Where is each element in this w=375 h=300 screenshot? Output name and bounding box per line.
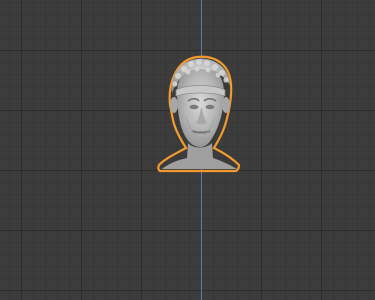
- right-eye: [205, 104, 215, 110]
- right-ear: [222, 97, 230, 113]
- head-model-svg: [157, 55, 241, 173]
- 3d-viewport[interactable]: [0, 0, 375, 300]
- face: [177, 66, 224, 147]
- selected-head-model[interactable]: [150, 47, 250, 177]
- left-ear: [170, 97, 178, 113]
- left-eye: [189, 104, 199, 110]
